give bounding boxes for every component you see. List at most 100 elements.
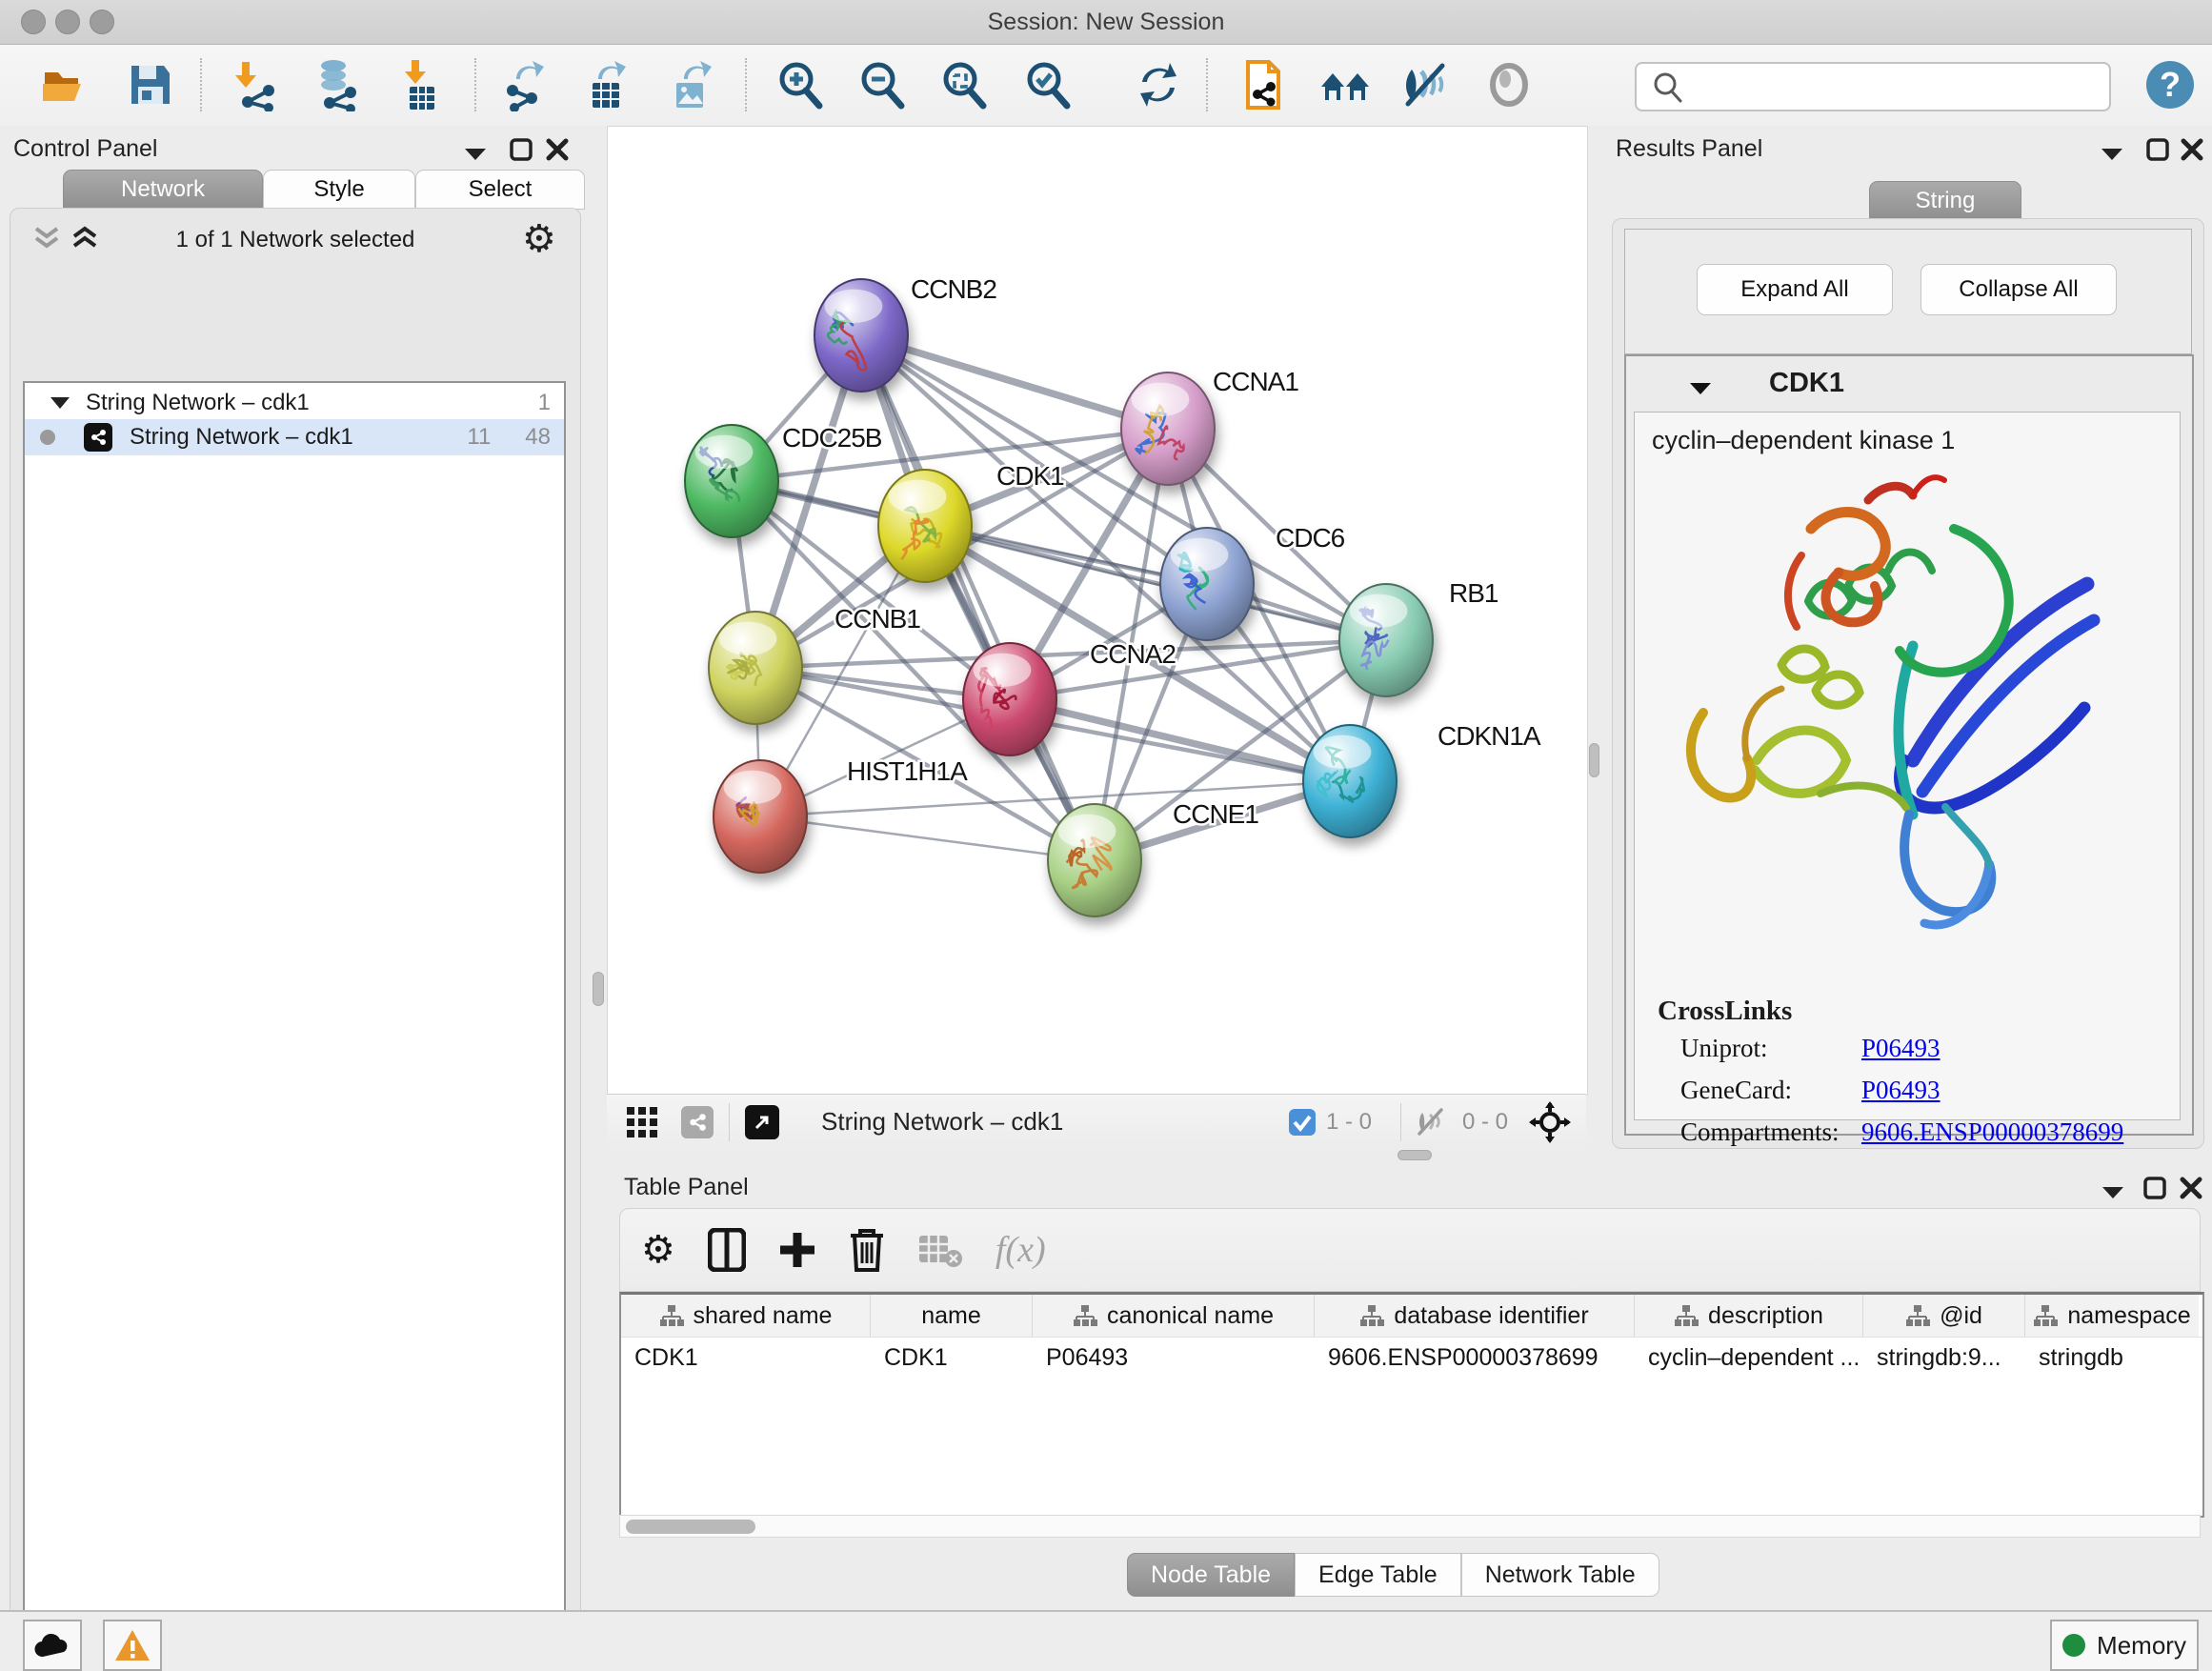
crosslink-value[interactable]: 9606.ENSP00000378699 bbox=[1861, 1117, 2123, 1159]
panel-collapse-icon[interactable] bbox=[2100, 147, 2124, 162]
column-header[interactable]: shared name bbox=[621, 1295, 871, 1337]
network-node-CCNB1[interactable] bbox=[709, 612, 802, 724]
houses-button[interactable] bbox=[1313, 52, 1377, 117]
show-columns-icon[interactable] bbox=[708, 1228, 746, 1272]
tab-network-table[interactable]: Network Table bbox=[1461, 1553, 1659, 1597]
export-table-button[interactable] bbox=[575, 52, 640, 117]
string-view-icon[interactable] bbox=[681, 1106, 714, 1138]
tab-network[interactable]: Network bbox=[63, 170, 263, 210]
network-row[interactable]: String Network – cdk1 11 48 bbox=[25, 419, 564, 455]
zoom-out-button[interactable] bbox=[850, 52, 915, 117]
cloud-button[interactable] bbox=[23, 1620, 82, 1671]
left-splitter-handle[interactable] bbox=[593, 972, 604, 1006]
network-node-CCNA1[interactable] bbox=[1121, 372, 1215, 485]
expand-all-button[interactable]: Expand All bbox=[1697, 264, 1893, 315]
node-label-CCNB2: CCNB2 bbox=[911, 274, 996, 304]
zoom-selected-button[interactable] bbox=[1016, 52, 1080, 117]
import-network-from-file-button[interactable] bbox=[221, 52, 286, 117]
tab-style[interactable]: Style bbox=[263, 170, 415, 210]
network-options-gear-icon[interactable]: ⚙ bbox=[522, 217, 556, 261]
network-view-canvas[interactable]: CCNB2CCNA1CDC25BCDK1CDC6RB1CCNB1CCNA2CDK… bbox=[607, 126, 1588, 1096]
network-node-HIST1H1A[interactable] bbox=[714, 760, 807, 873]
scrollbar-thumb[interactable] bbox=[626, 1520, 755, 1534]
panel-collapse-icon[interactable] bbox=[2101, 1185, 2125, 1200]
zoom-in-button[interactable] bbox=[768, 52, 833, 117]
expand-all-networks-icon[interactable] bbox=[70, 225, 99, 252]
network-node-CCNE1[interactable] bbox=[1048, 804, 1141, 916]
warnings-button[interactable] bbox=[103, 1620, 162, 1671]
panel-collapse-icon[interactable] bbox=[463, 147, 488, 162]
panel-float-icon[interactable] bbox=[2145, 137, 2170, 162]
collapse-all-networks-icon[interactable] bbox=[32, 225, 61, 252]
refresh-view-button[interactable] bbox=[1126, 52, 1191, 117]
network-node-CDK1[interactable] bbox=[878, 470, 972, 582]
import-table-from-file-button[interactable] bbox=[389, 52, 453, 117]
memory-button[interactable]: Memory bbox=[2050, 1620, 2199, 1671]
first-neighbors-button[interactable] bbox=[1231, 52, 1296, 117]
column-header[interactable]: database identifier bbox=[1315, 1295, 1635, 1337]
panel-close-icon[interactable] bbox=[545, 137, 570, 162]
left-splitter[interactable] bbox=[589, 126, 607, 1610]
add-column-icon[interactable] bbox=[778, 1231, 816, 1269]
column-header[interactable]: canonical name bbox=[1033, 1295, 1315, 1337]
collection-expand-icon[interactable] bbox=[50, 395, 70, 411]
table-row[interactable]: CDK1 CDK1 P06493 9606.ENSP00000378699 cy… bbox=[621, 1337, 2202, 1378]
search-box[interactable] bbox=[1635, 62, 2111, 111]
column-header[interactable]: namespace bbox=[2025, 1295, 2199, 1337]
node-label-CDKN1A: CDKN1A bbox=[1438, 721, 1541, 751]
collapse-all-button[interactable]: Collapse All bbox=[1920, 264, 2117, 315]
birdseye-toggle-button[interactable] bbox=[1477, 52, 1541, 117]
tab-string[interactable]: String bbox=[1869, 181, 2021, 221]
zoom-fit-button[interactable] bbox=[932, 52, 996, 117]
crosslink-value[interactable]: P06493 bbox=[1861, 1076, 1941, 1117]
right-splitter[interactable] bbox=[1586, 126, 1600, 1160]
grid-view-icon[interactable] bbox=[626, 1106, 658, 1138]
help-button[interactable]: ? bbox=[2138, 52, 2202, 117]
refresh-icon bbox=[1133, 59, 1184, 111]
detach-view-icon[interactable] bbox=[745, 1105, 779, 1139]
import-network-from-database-button[interactable] bbox=[303, 52, 368, 117]
open-session-button[interactable] bbox=[32, 52, 97, 117]
network-collection-row[interactable]: String Network – cdk1 1 bbox=[25, 383, 564, 419]
network-node-CDKN1A[interactable] bbox=[1303, 725, 1397, 837]
column-header[interactable]: name bbox=[871, 1295, 1033, 1337]
network-node-CCNB2[interactable] bbox=[814, 279, 908, 392]
collection-count: 1 bbox=[538, 390, 551, 416]
table-horizontal-scrollbar[interactable] bbox=[619, 1515, 2201, 1538]
gene-collapse-icon[interactable] bbox=[1688, 381, 1713, 396]
bottom-splitter-handle[interactable] bbox=[1398, 1150, 1432, 1160]
export-image-button[interactable] bbox=[659, 52, 724, 117]
panel-close-icon[interactable] bbox=[2180, 137, 2204, 162]
node-label-CDC6: CDC6 bbox=[1276, 523, 1345, 553]
right-splitter-handle[interactable] bbox=[1589, 743, 1599, 777]
network-node-CDC25B[interactable] bbox=[685, 425, 778, 537]
network-graph[interactable]: CCNB2CCNA1CDC25BCDK1CDC6RB1CCNB1CCNA2CDK… bbox=[608, 127, 1587, 1095]
network-row-label: String Network – cdk1 bbox=[130, 424, 467, 451]
search-input[interactable] bbox=[1690, 67, 2109, 107]
node-label-CDK1: CDK1 bbox=[996, 461, 1064, 491]
node-label-CCNB1: CCNB1 bbox=[835, 604, 920, 634]
column-header[interactable]: @id bbox=[1863, 1295, 2025, 1337]
fit-content-crosshair-icon[interactable] bbox=[1529, 1101, 1571, 1143]
table-settings-gear-icon[interactable]: ⚙ bbox=[641, 1228, 675, 1272]
tab-node-table[interactable]: Node Table bbox=[1127, 1553, 1295, 1597]
hide-show-graphics-button[interactable] bbox=[1393, 52, 1458, 117]
panel-float-icon[interactable] bbox=[509, 137, 533, 162]
panel-float-icon[interactable] bbox=[2142, 1176, 2167, 1200]
document-share-icon bbox=[1237, 58, 1290, 111]
crosslink-value[interactable]: P06493 bbox=[1861, 1034, 1941, 1076]
save-session-button[interactable] bbox=[118, 52, 183, 117]
node-table[interactable]: shared name name canonical name database… bbox=[619, 1292, 2204, 1518]
export-network-icon bbox=[499, 58, 553, 111]
panel-close-icon[interactable] bbox=[2179, 1176, 2203, 1200]
tab-select[interactable]: Select bbox=[415, 170, 585, 210]
column-header[interactable]: description bbox=[1635, 1295, 1863, 1337]
export-table-icon bbox=[581, 58, 634, 111]
selected-checkbox-icon[interactable] bbox=[1288, 1108, 1317, 1137]
network-node-CDC6[interactable] bbox=[1160, 528, 1254, 640]
delete-column-icon[interactable] bbox=[849, 1228, 885, 1272]
export-network-button[interactable] bbox=[493, 52, 558, 117]
tab-edge-table[interactable]: Edge Table bbox=[1295, 1553, 1461, 1597]
network-node-RB1[interactable] bbox=[1339, 584, 1433, 696]
network-node-CCNA2[interactable] bbox=[963, 643, 1056, 755]
